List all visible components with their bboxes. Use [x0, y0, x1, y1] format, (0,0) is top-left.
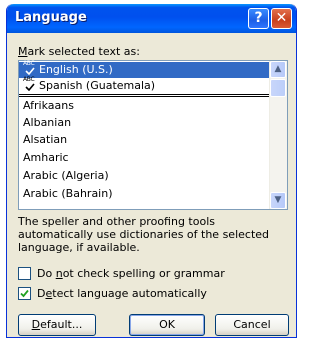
help-button[interactable]: ? — [248, 8, 269, 29]
proofing-info-text: The speller and other proofing tools aut… — [18, 215, 270, 254]
list-divider — [19, 94, 270, 97]
scroll-thumb[interactable] — [270, 79, 286, 97]
close-button[interactable]: ✕ — [271, 8, 292, 29]
no-spell-check-checkbox[interactable] — [18, 267, 31, 280]
help-icon: ? — [254, 10, 263, 26]
list-item[interactable]: Albanian — [19, 115, 270, 131]
detect-language-checkbox[interactable] — [18, 287, 31, 300]
list-item-spanish-guatemala[interactable]: ABC Spanish (Guatemala) — [19, 76, 270, 94]
chevron-up-icon: ▲ — [274, 64, 282, 74]
list-item-label: Spanish (Guatemala) — [39, 79, 156, 92]
list-item-english-us[interactable]: ABC English (U.S.) — [19, 60, 270, 78]
scroll-up-button[interactable]: ▲ — [270, 61, 286, 78]
default-button[interactable]: Default... — [18, 314, 96, 336]
chevron-down-icon: ▼ — [274, 195, 282, 205]
language-dialog: Language ? ✕ Mark selected text as: ABC … — [6, 4, 297, 338]
list-item[interactable]: Arabic (Algeria) — [19, 168, 270, 184]
ok-button[interactable]: OK — [129, 314, 205, 336]
scroll-down-button[interactable]: ▼ — [270, 192, 286, 209]
spell-check-icon: ABC — [23, 60, 39, 77]
checkmark-icon — [20, 289, 29, 298]
language-list-items: ABC English (U.S.) ABC Spanish (Guatemal… — [19, 60, 270, 209]
detect-language-label[interactable]: Detect language automatically — [37, 287, 207, 301]
mark-selected-label: Mark selected text as: — [18, 45, 140, 58]
list-item[interactable]: Afrikaans — [19, 98, 270, 114]
list-item[interactable]: Arabic (Bahrain) — [19, 186, 270, 202]
list-item-label: English (U.S.) — [39, 63, 113, 76]
list-item[interactable]: Alsatian — [19, 132, 270, 148]
list-scrollbar[interactable]: ▲ ▼ — [269, 61, 287, 209]
no-spell-check-label[interactable]: Do not check spelling or grammar — [37, 267, 225, 281]
spell-check-icon: ABC — [23, 76, 39, 93]
list-item[interactable]: Amharic — [19, 150, 270, 166]
close-icon: ✕ — [275, 10, 288, 26]
title-bar[interactable]: Language ? ✕ — [7, 4, 296, 33]
cancel-button[interactable]: Cancel — [215, 314, 289, 336]
dialog-title: Language — [15, 10, 87, 25]
language-listbox[interactable]: ABC English (U.S.) ABC Spanish (Guatemal… — [18, 60, 288, 210]
